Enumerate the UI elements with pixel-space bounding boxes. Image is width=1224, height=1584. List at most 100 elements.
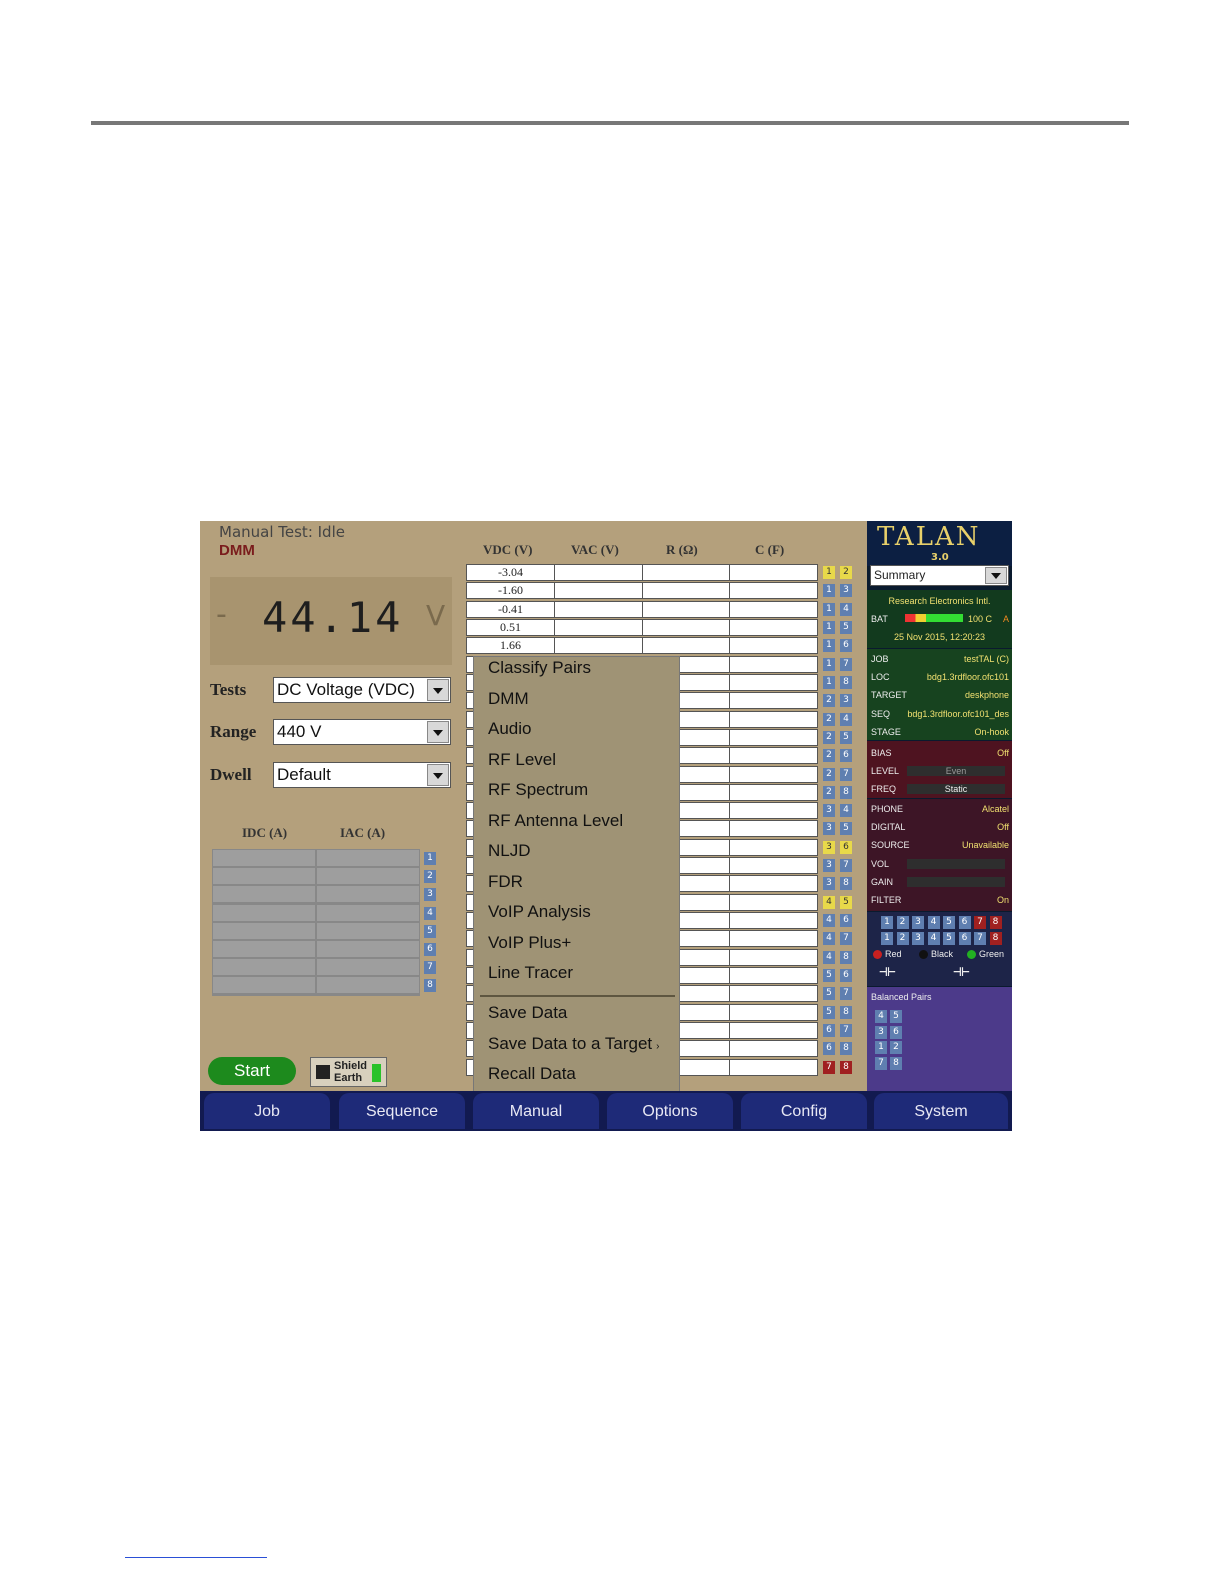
pair-tag-a[interactable]: 1 <box>823 584 835 598</box>
menu-item[interactable]: Recall Data <box>488 1064 576 1084</box>
pair-tag-a[interactable]: 2 <box>823 694 835 708</box>
pair-tag-b[interactable]: 7 <box>840 1024 852 1037</box>
chevron-down-icon[interactable] <box>427 679 449 701</box>
pair-tag-b[interactable]: 3 <box>840 584 852 598</box>
line-tag[interactable]: 4 <box>927 916 940 929</box>
pair-tag-a[interactable]: 1 <box>823 657 835 671</box>
pair-tag-b[interactable]: 7 <box>840 859 852 873</box>
vol-bar[interactable] <box>907 859 1005 869</box>
footer-link-underline[interactable] <box>125 1557 267 1558</box>
pair-tag-b[interactable]: 8 <box>840 1060 852 1074</box>
pair-tag-b[interactable]: 4 <box>840 602 852 616</box>
tests-select[interactable]: DC Voltage (VDC) <box>273 677 451 703</box>
pair-tag-b[interactable]: 4 <box>840 804 852 818</box>
start-button[interactable]: Start <box>208 1057 296 1085</box>
pair-tag-a[interactable]: 3 <box>823 840 835 854</box>
pair-tag-a[interactable]: 5 <box>823 1005 835 1019</box>
range-select[interactable]: 440 V <box>273 719 451 745</box>
line-tag[interactable]: 2 <box>896 916 909 929</box>
line-tag[interactable]: 8 <box>989 916 1002 929</box>
pair-tag-b[interactable]: 6 <box>840 969 852 983</box>
line-tag[interactable]: 1 <box>881 916 893 929</box>
gain-bar[interactable] <box>907 877 1005 887</box>
pair-tag-b[interactable]: 3 <box>840 694 852 708</box>
line-tag[interactable]: 2 <box>896 932 909 945</box>
menu-item[interactable]: FDR <box>488 872 523 892</box>
balanced-pair-a[interactable]: 4 <box>875 1010 887 1023</box>
chevron-down-icon[interactable] <box>985 567 1007 584</box>
balanced-pair-b[interactable]: 6 <box>890 1025 902 1039</box>
pair-tag-b[interactable]: 7 <box>840 987 852 1001</box>
pair-tag-b[interactable]: 6 <box>840 639 852 653</box>
pair-tag-a[interactable]: 2 <box>823 785 835 799</box>
pair-tag-a[interactable]: 1 <box>823 566 835 579</box>
pair-tag-b[interactable]: 8 <box>840 1005 852 1019</box>
menu-item[interactable]: NLJD <box>488 841 531 861</box>
menu-item[interactable]: VoIP Analysis <box>488 902 591 922</box>
menu-item[interactable]: Audio <box>488 719 531 739</box>
pair-tag-a[interactable]: 2 <box>823 712 835 726</box>
menu-item[interactable]: Save Data to a Target › <box>488 1034 659 1054</box>
menu-item[interactable]: RF Antenna Level <box>488 811 623 831</box>
pair-tag-b[interactable]: 8 <box>840 675 852 689</box>
nav-tab-sequence[interactable]: Sequence <box>339 1093 465 1129</box>
pair-tag-a[interactable]: 3 <box>823 859 835 873</box>
chevron-down-icon[interactable] <box>427 764 449 786</box>
pair-tag-a[interactable]: 2 <box>823 749 835 763</box>
line-tag[interactable]: 6 <box>958 932 971 945</box>
line-tag[interactable]: 4 <box>927 932 940 945</box>
pair-tag-a[interactable]: 5 <box>823 969 835 983</box>
balanced-pair-b[interactable]: 5 <box>890 1010 902 1023</box>
balanced-pair-b[interactable]: 8 <box>890 1056 902 1070</box>
pair-tag-b[interactable]: 7 <box>840 767 852 781</box>
pair-tag-b[interactable]: 6 <box>840 749 852 763</box>
pair-tag-b[interactable]: 8 <box>840 1042 852 1056</box>
shield-earth-button[interactable]: Shield Earth <box>310 1057 387 1087</box>
menu-item[interactable]: Save Data <box>488 1003 567 1023</box>
line-tag[interactable]: 3 <box>912 932 924 945</box>
menu-item[interactable]: Line Tracer <box>488 963 573 983</box>
pair-tag-a[interactable]: 6 <box>823 1024 835 1037</box>
pair-tag-a[interactable]: 1 <box>823 620 835 634</box>
line-tag[interactable]: 7 <box>974 916 986 929</box>
pair-tag-b[interactable]: 7 <box>840 932 852 946</box>
menu-item[interactable]: RF Spectrum <box>488 780 588 800</box>
nav-tab-system[interactable]: System <box>874 1093 1008 1129</box>
menu-item[interactable]: VoIP Plus+ <box>488 933 571 953</box>
pair-tag-a[interactable]: 2 <box>823 730 835 744</box>
pair-tag-a[interactable]: 4 <box>823 950 835 964</box>
pair-tag-a[interactable]: 3 <box>823 822 835 836</box>
nav-tab-config[interactable]: Config <box>741 1093 867 1129</box>
line-tag[interactable]: 5 <box>943 932 955 945</box>
pair-tag-b[interactable]: 5 <box>840 822 852 836</box>
pair-tag-a[interactable]: 6 <box>823 1042 835 1056</box>
pair-tag-b[interactable]: 6 <box>840 914 852 928</box>
dwell-select[interactable]: Default <box>273 762 451 788</box>
pair-tag-b[interactable]: 2 <box>840 566 852 579</box>
pair-tag-a[interactable]: 2 <box>823 767 835 781</box>
pair-tag-b[interactable]: 7 <box>840 657 852 671</box>
pair-tag-a[interactable]: 5 <box>823 987 835 1001</box>
balanced-pair-b[interactable]: 2 <box>890 1041 902 1054</box>
pair-tag-a[interactable]: 4 <box>823 932 835 946</box>
pair-tag-a[interactable]: 1 <box>823 639 835 653</box>
pair-tag-b[interactable]: 8 <box>840 950 852 964</box>
pair-tag-a[interactable]: 7 <box>823 1060 835 1074</box>
chevron-down-icon[interactable] <box>427 721 449 743</box>
nav-tab-options[interactable]: Options <box>607 1093 733 1129</box>
line-tag[interactable]: 7 <box>974 932 986 945</box>
menu-item[interactable]: RF Level <box>488 750 556 770</box>
pair-tag-a[interactable]: 4 <box>823 914 835 928</box>
pair-tag-b[interactable]: 4 <box>840 712 852 726</box>
pair-tag-a[interactable]: 1 <box>823 675 835 689</box>
menu-item[interactable]: Classify Pairs <box>488 658 591 678</box>
pair-tag-b[interactable]: 5 <box>840 620 852 634</box>
pair-tag-a[interactable]: 3 <box>823 804 835 818</box>
pair-tag-a[interactable]: 4 <box>823 895 835 909</box>
line-tag[interactable]: 3 <box>912 916 924 929</box>
pair-tag-b[interactable]: 5 <box>840 895 852 909</box>
balanced-pair-a[interactable]: 7 <box>875 1056 887 1070</box>
pair-tag-b[interactable]: 8 <box>840 877 852 891</box>
nav-tab-job[interactable]: Job <box>204 1093 330 1129</box>
pair-tag-b[interactable]: 8 <box>840 785 852 799</box>
